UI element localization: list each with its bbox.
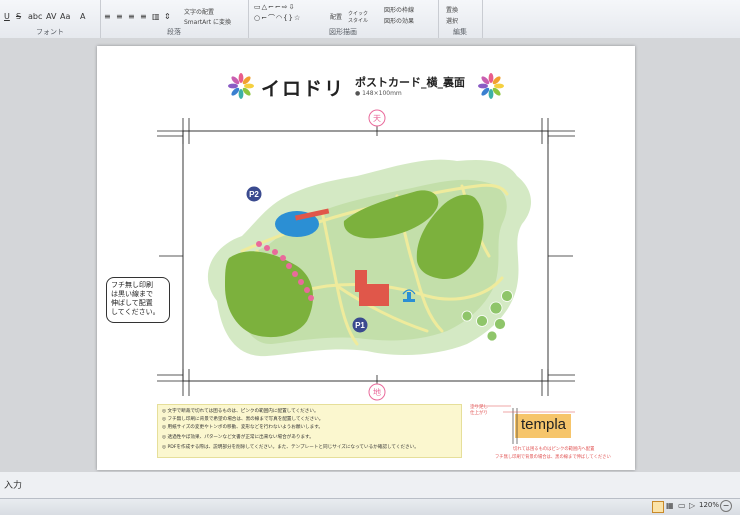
justify-icon[interactable]: ≡	[140, 12, 147, 21]
legend-note-1: 切れては困るものはピンクの範囲内へ配置	[513, 447, 595, 452]
notes-pane[interactable]: 入力	[0, 472, 740, 498]
align-center-icon[interactable]: ≡	[116, 12, 123, 21]
underline-icon[interactable]: U	[4, 12, 10, 21]
normal-view-icon[interactable]	[652, 501, 664, 513]
align-left-icon[interactable]: ≡	[104, 12, 111, 21]
paragraph-group: ≡ ≡ ≡ ≡ ▥ ⇕ 文字の配置 SmartArt に変換 段落	[100, 0, 249, 38]
line-spacing-icon[interactable]: ⇕	[164, 12, 171, 21]
columns-icon[interactable]: ▥	[152, 12, 160, 21]
note-3: ◎ 用紙サイズの変更やトンボの移動、変形などを行わないようお願いします。	[162, 425, 323, 430]
template-label: templa	[521, 416, 567, 433]
note-2: ◎ フチ無し印刷に背景で希望の場合は、黒の線まで写真を配置してください。	[162, 417, 324, 422]
font-group-label: フォント	[36, 28, 64, 36]
bleed-legend-label-2: 仕上がり	[470, 411, 488, 416]
shapes-gallery-icon[interactable]: ▭△⌐⌐⇨⇩	[254, 3, 295, 11]
p2-label: P2	[249, 190, 259, 199]
top-mark-label: 天	[373, 114, 381, 123]
bottom-mark-label: 地	[373, 387, 381, 397]
spacing-icon[interactable]: AV	[46, 12, 56, 21]
slide-sorter-icon[interactable]: ▦	[666, 501, 674, 510]
strikethrough-icon[interactable]: S	[16, 12, 21, 21]
case-icon[interactable]: Aa	[60, 12, 70, 21]
status-bar: ▦ ▭ ▷ 120% −	[0, 498, 740, 515]
note-5: ◎ PDFを作成する際は、説明部分を削除してください。また、テンプレートと同じサ…	[162, 445, 419, 450]
zoom-out-icon[interactable]: −	[720, 500, 732, 512]
paragraph-group-label: 段落	[167, 28, 181, 36]
borderless-callout: フチ無し印刷 は黒い線まで 伸ばして配置 してください。	[106, 277, 170, 323]
editing-group: 置換 選択 編集	[438, 0, 483, 38]
align-right-icon[interactable]: ≡	[128, 12, 135, 21]
legend-note-2: フチ無し印刷で背景の場合は、黒の線まで伸ばしてください	[495, 455, 611, 460]
ribbon: U S abc AV Aa A フォント ≡ ≡ ≡ ≡ ▥ ⇕ 文字の配置 S…	[0, 0, 740, 39]
replace-button[interactable]: 置換	[446, 5, 458, 14]
slideshow-icon[interactable]: ▷	[689, 501, 695, 510]
smartart-button[interactable]: SmartArt に変換	[184, 17, 231, 26]
input-label: 入力	[4, 481, 23, 491]
text-direction-button[interactable]: 文字の配置	[184, 7, 214, 16]
shape-outline-button[interactable]: 図形の枠線	[384, 5, 414, 14]
note-4: ◎ 透過性やぼ効果、パターンなど文書が正常に出来ない場合があります。	[162, 435, 314, 440]
postcard-page: イロドリ ポストカード_横_裏面 ● 148×100mm P1 P2 天 地 フ…	[97, 46, 635, 470]
p1-label: P1	[355, 321, 365, 330]
drawing-group: ▭△⌐⌐⇨⇩ ○⌐⌒◠{}☆ 配置 クイック スタイル 図形の枠線 図形の効果 …	[248, 0, 439, 38]
notes-box: ◎ 文字で断裁で切れては困るものは、ピンクの範囲内に配置してください。 ◎ フチ…	[157, 404, 462, 458]
shadow-icon[interactable]: abc	[28, 12, 42, 21]
select-button[interactable]: 選択	[446, 16, 458, 25]
shapes-gallery-row2-icon[interactable]: ○⌐⌒◠{}☆	[254, 13, 301, 23]
font-group: U S abc AV Aa A フォント	[0, 0, 101, 38]
shape-effects-button[interactable]: 図形の効果	[384, 16, 414, 25]
zoom-level[interactable]: 120%	[699, 501, 719, 509]
arrange-button[interactable]: 配置	[330, 12, 342, 21]
note-1: ◎ 文字で断裁で切れては困るものは、ピンクの範囲内に配置してください。	[162, 409, 319, 414]
reading-view-icon[interactable]: ▭	[678, 501, 686, 510]
drawing-group-label: 図形描画	[329, 28, 357, 36]
quick-styles-button[interactable]: クイック スタイル	[348, 10, 368, 24]
font-color-icon[interactable]: A	[80, 12, 85, 21]
editing-group-label: 編集	[453, 28, 467, 36]
